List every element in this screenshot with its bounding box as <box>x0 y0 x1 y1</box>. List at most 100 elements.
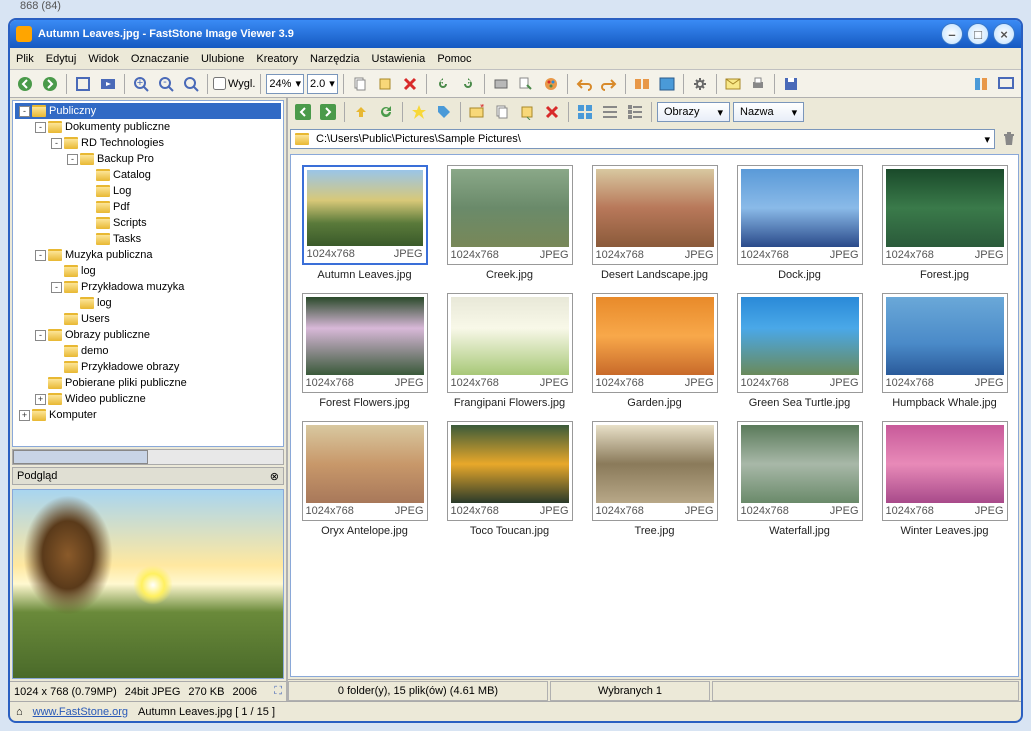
fit-icon[interactable]: ⛶ <box>274 685 282 698</box>
tree-toggle-icon[interactable]: - <box>35 250 46 261</box>
nav-forward-icon[interactable] <box>39 73 61 95</box>
menu-narzedzia[interactable]: Narzędzia <box>310 53 360 65</box>
sort-select[interactable]: Nazwa▾ <box>733 102 804 122</box>
minimize-button[interactable]: – <box>941 23 963 45</box>
new-folder-icon[interactable]: * <box>466 101 488 123</box>
settings-icon[interactable] <box>689 73 711 95</box>
tree-item[interactable]: -Przykładowa muzyka <box>15 279 281 295</box>
tree-item[interactable]: Log <box>15 183 281 199</box>
palette-icon[interactable] <box>540 73 562 95</box>
path-input[interactable]: C:\Users\Public\Pictures\Sample Pictures… <box>290 129 995 149</box>
nav-back-icon[interactable] <box>14 73 36 95</box>
menu-oznaczanie[interactable]: Oznaczanie <box>131 53 189 65</box>
tree-item[interactable]: Pdf <box>15 199 281 215</box>
titlebar[interactable]: Autumn Leaves.jpg - FastStone Image View… <box>10 20 1021 48</box>
close-button[interactable]: × <box>993 23 1015 45</box>
tree-hscroll[interactable] <box>12 449 284 465</box>
zoom-percent-select[interactable]: 24%▾ <box>266 74 304 94</box>
screen-icon[interactable] <box>995 73 1017 95</box>
menu-kreatory[interactable]: Kreatory <box>256 53 298 65</box>
zoom-factor-select[interactable]: 2.0▾ <box>307 74 338 94</box>
tag-icon[interactable] <box>433 101 455 123</box>
thumbnail[interactable]: 1024x768JPEGDock.jpg <box>732 165 867 281</box>
filter-select[interactable]: Obrazy▾ <box>657 102 730 122</box>
slideshow-icon[interactable] <box>97 73 119 95</box>
tree-item[interactable]: +Wideo publiczne <box>15 391 281 407</box>
thumbnail[interactable]: 1024x768JPEGToco Toucan.jpg <box>442 421 577 537</box>
print-icon[interactable] <box>747 73 769 95</box>
menu-widok[interactable]: Widok <box>88 53 119 65</box>
folder-tree[interactable]: -Publiczny-Dokumenty publiczne-RD Techno… <box>12 100 284 447</box>
thumbnail[interactable]: 1024x768JPEGWaterfall.jpg <box>732 421 867 537</box>
tree-toggle-icon[interactable]: - <box>35 122 46 133</box>
tree-toggle-icon[interactable]: - <box>51 138 62 149</box>
tree-item[interactable]: log <box>15 295 281 311</box>
menu-plik[interactable]: Plik <box>16 53 34 65</box>
tree-item[interactable]: +Komputer <box>15 407 281 423</box>
tree-toggle-icon[interactable]: + <box>19 410 30 421</box>
scan-icon[interactable] <box>490 73 512 95</box>
thumbnail[interactable]: 1024x768JPEGFrangipani Flowers.jpg <box>442 293 577 409</box>
rotate-right-icon[interactable] <box>457 73 479 95</box>
copy-icon[interactable] <box>349 73 371 95</box>
up-icon[interactable] <box>350 101 372 123</box>
tree-item[interactable]: Przykładowe obrazy <box>15 359 281 375</box>
wallpaper-icon[interactable] <box>656 73 678 95</box>
maximize-button[interactable]: □ <box>967 23 989 45</box>
undo-icon[interactable] <box>573 73 595 95</box>
preview-pane[interactable] <box>12 489 284 679</box>
tree-toggle-icon[interactable]: - <box>51 282 62 293</box>
tree-item[interactable]: -Obrazy publiczne <box>15 327 281 343</box>
fav-icon[interactable] <box>408 101 430 123</box>
tree-item[interactable]: Scripts <box>15 215 281 231</box>
tree-item[interactable]: -Backup Pro <box>15 151 281 167</box>
skin-icon[interactable] <box>970 73 992 95</box>
tree-item[interactable]: log <box>15 263 281 279</box>
thumbnail[interactable]: 1024x768JPEGGarden.jpg <box>587 293 722 409</box>
copy2-icon[interactable] <box>491 101 513 123</box>
tree-item[interactable]: -Dokumenty publiczne <box>15 119 281 135</box>
thumbnail[interactable]: 1024x768JPEGForest Flowers.jpg <box>297 293 432 409</box>
menu-ulubione[interactable]: Ulubione <box>201 53 244 65</box>
nav-back2-icon[interactable] <box>292 101 314 123</box>
tree-toggle-icon[interactable]: - <box>67 154 78 165</box>
thumbnail-grid[interactable]: 1024x768JPEGAutumn Leaves.jpg1024x768JPE… <box>290 154 1019 677</box>
tree-item[interactable]: -Muzyka publiczna <box>15 247 281 263</box>
zoom-in-icon[interactable]: + <box>130 73 152 95</box>
move2-icon[interactable] <box>516 101 538 123</box>
delete2-icon[interactable] <box>541 101 563 123</box>
tree-item[interactable]: demo <box>15 343 281 359</box>
menu-pomoc[interactable]: Pomoc <box>437 53 471 65</box>
thumbnail[interactable]: 1024x768JPEGGreen Sea Turtle.jpg <box>732 293 867 409</box>
tree-toggle-icon[interactable]: - <box>35 330 46 341</box>
compare-icon[interactable] <box>631 73 653 95</box>
delete-icon[interactable] <box>399 73 421 95</box>
preview-collapse-icon[interactable]: ⊗ <box>270 470 279 483</box>
move-icon[interactable] <box>374 73 396 95</box>
thumbnail[interactable]: 1024x768JPEGTree.jpg <box>587 421 722 537</box>
view-list-icon[interactable] <box>599 101 621 123</box>
zoom-out-icon[interactable]: - <box>155 73 177 95</box>
thumbnail[interactable]: 1024x768JPEGWinter Leaves.jpg <box>877 421 1012 537</box>
tree-toggle-icon[interactable]: - <box>19 106 30 117</box>
thumbnail[interactable]: 1024x768JPEGAutumn Leaves.jpg <box>297 165 432 281</box>
thumbnail[interactable]: 1024x768JPEGOryx Antelope.jpg <box>297 421 432 537</box>
rotate-left-icon[interactable] <box>432 73 454 95</box>
refresh-icon[interactable] <box>375 101 397 123</box>
email-icon[interactable] <box>722 73 744 95</box>
home-icon[interactable]: ⌂ <box>16 706 23 718</box>
redo-icon[interactable] <box>598 73 620 95</box>
view-detail-icon[interactable] <box>624 101 646 123</box>
tree-toggle-icon[interactable]: + <box>35 394 46 405</box>
thumbnail[interactable]: 1024x768JPEGCreek.jpg <box>442 165 577 281</box>
convert-icon[interactable] <box>515 73 537 95</box>
thumbnail[interactable]: 1024x768JPEGForest.jpg <box>877 165 1012 281</box>
view-thumb-icon[interactable] <box>574 101 596 123</box>
nav-fwd2-icon[interactable] <box>317 101 339 123</box>
menu-edytuj[interactable]: Edytuj <box>46 53 77 65</box>
tree-item[interactable]: -RD Technologies <box>15 135 281 151</box>
fullscreen-icon[interactable] <box>72 73 94 95</box>
wygl-checkbox[interactable]: Wygl. <box>213 77 255 90</box>
menu-ustawienia[interactable]: Ustawienia <box>372 53 426 65</box>
tree-item[interactable]: Users <box>15 311 281 327</box>
